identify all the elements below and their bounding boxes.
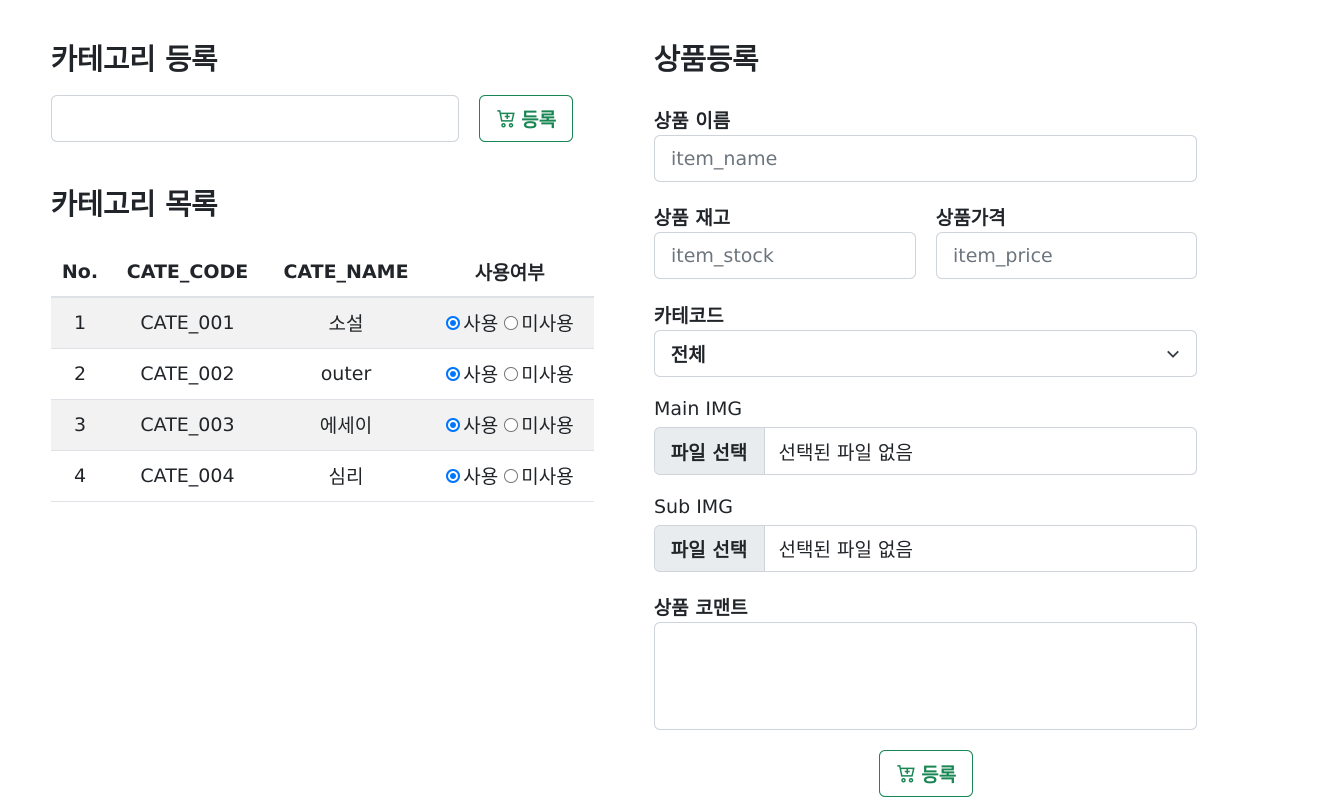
radio-use[interactable] <box>446 417 461 432</box>
product-price-input[interactable] <box>936 232 1197 279</box>
main-img-file-button[interactable]: 파일 선택 <box>655 428 765 474</box>
radio-unused-label: 미사용 <box>521 364 574 386</box>
cell-use: 사용 미사용 <box>426 297 594 349</box>
category-register-heading: 카테고리 등록 <box>51 42 218 76</box>
cell-code: CATE_004 <box>109 450 266 502</box>
category-code-selected: 전체 <box>671 344 706 366</box>
product-comment-label: 상품 코맨트 <box>654 597 749 619</box>
radio-unused-label: 미사용 <box>521 313 574 336</box>
cell-use: 사용 미사용 <box>426 399 594 451</box>
cart-plus-icon <box>496 109 515 128</box>
category-list-heading: 카테고리 목록 <box>51 187 218 221</box>
radio-use-label: 사용 <box>463 415 499 437</box>
product-price-label: 상품가격 <box>936 207 1006 229</box>
category-name-input[interactable] <box>51 95 459 142</box>
sub-img-file-status: 선택된 파일 없음 <box>778 539 913 561</box>
product-stock-input[interactable] <box>654 232 916 279</box>
chevron-down-icon <box>1167 350 1179 358</box>
table-row: 3 CATE_003 에세이 사용 미사용 <box>51 399 594 451</box>
table-row: 2 CATE_002 outer 사용 미사용 <box>51 348 594 400</box>
radio-unused-label: 미사용 <box>521 466 574 488</box>
radio-unused[interactable] <box>504 366 519 381</box>
radio-use-label: 사용 <box>463 313 499 336</box>
radio-use[interactable] <box>446 468 461 483</box>
cell-use: 사용 미사용 <box>426 450 594 502</box>
cell-name: 에세이 <box>266 399 426 451</box>
main-img-file-input[interactable]: 파일 선택 선택된 파일 없음 <box>654 427 1197 475</box>
cart-plus-icon <box>896 764 915 783</box>
product-name-input[interactable] <box>654 135 1197 182</box>
radio-use-label: 사용 <box>463 364 499 386</box>
product-register-button-label: 등록 <box>921 764 957 786</box>
column-header-no: No. <box>51 247 109 298</box>
column-header-cate-code: CATE_CODE <box>109 247 266 298</box>
radio-unused[interactable] <box>504 468 519 483</box>
cell-use: 사용 미사용 <box>426 348 594 400</box>
cell-no: 4 <box>51 450 109 502</box>
main-img-label: Main IMG <box>654 398 743 420</box>
cell-name: 심리 <box>266 450 426 502</box>
cell-no: 3 <box>51 399 109 451</box>
radio-use[interactable] <box>446 315 461 330</box>
radio-unused-label: 미사용 <box>521 415 574 437</box>
product-stock-label: 상품 재고 <box>654 207 731 229</box>
category-table: No. CATE_CODE CATE_NAME 사용여부 1 CATE_001 … <box>51 247 594 502</box>
table-row: 4 CATE_004 심리 사용 미사용 <box>51 450 594 502</box>
category-register-button[interactable]: 등록 <box>479 95 573 142</box>
cell-code: CATE_003 <box>109 399 266 451</box>
cell-name: outer <box>266 348 426 400</box>
product-name-label: 상품 이름 <box>654 110 731 132</box>
cell-no: 1 <box>51 297 109 349</box>
radio-use-label: 사용 <box>463 466 499 488</box>
radio-use[interactable] <box>446 366 461 381</box>
column-header-cate-name: CATE_NAME <box>266 247 426 298</box>
radio-unused[interactable] <box>504 417 519 432</box>
category-code-label: 카테코드 <box>654 305 724 327</box>
sub-img-label: Sub IMG <box>654 496 733 518</box>
column-header-use: 사용여부 <box>426 247 594 298</box>
table-row: 1 CATE_001 소설 사용 미사용 <box>51 297 594 349</box>
main-img-file-status: 선택된 파일 없음 <box>778 441 913 464</box>
radio-unused[interactable] <box>504 315 519 330</box>
category-register-button-label: 등록 <box>521 109 557 131</box>
sub-img-file-input[interactable]: 파일 선택 선택된 파일 없음 <box>654 525 1197 572</box>
cell-name: 소설 <box>266 297 426 349</box>
cell-code: CATE_002 <box>109 348 266 400</box>
cell-code: CATE_001 <box>109 297 266 349</box>
sub-img-file-button[interactable]: 파일 선택 <box>655 526 765 571</box>
table-header-row: No. CATE_CODE CATE_NAME 사용여부 <box>51 247 594 298</box>
product-comment-textarea[interactable] <box>654 622 1197 730</box>
product-register-heading: 상품등록 <box>654 42 759 76</box>
cell-no: 2 <box>51 348 109 400</box>
product-register-button[interactable]: 등록 <box>879 750 973 797</box>
category-code-select[interactable]: 전체 <box>654 330 1197 377</box>
